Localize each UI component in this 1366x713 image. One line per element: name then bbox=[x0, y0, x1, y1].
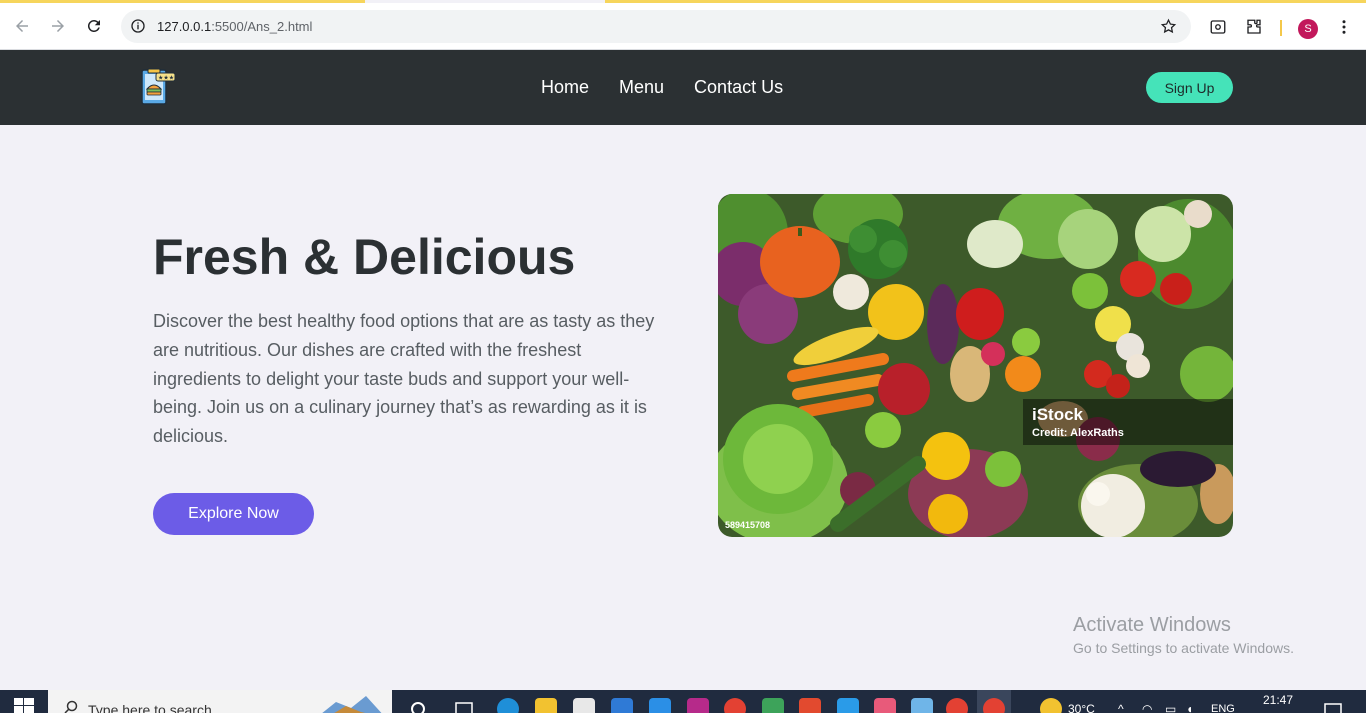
notes-icon[interactable] bbox=[911, 698, 933, 713]
hero-title: Fresh & Delicious bbox=[153, 229, 576, 285]
document-icon[interactable] bbox=[837, 698, 859, 713]
search-highlight-icon bbox=[322, 696, 382, 713]
site-info-icon[interactable] bbox=[130, 18, 146, 34]
svg-text:★★★: ★★★ bbox=[158, 75, 174, 82]
weather-temperature: 30°C bbox=[1068, 702, 1095, 713]
url-host: 127.0.0.1 bbox=[157, 19, 212, 34]
battery-icon[interactable]: ▭ bbox=[1165, 702, 1176, 713]
file-explorer-icon[interactable] bbox=[535, 698, 557, 713]
istock-image-id: 589415708 bbox=[725, 520, 771, 530]
bookmark-star-icon[interactable] bbox=[1160, 18, 1177, 35]
url-text[interactable]: 127.0.0.1:5500/Ans_2.html bbox=[157, 19, 312, 34]
browser-toolbar: 127.0.0.1:5500/Ans_2.html S bbox=[0, 3, 1366, 50]
figma-icon[interactable] bbox=[874, 698, 896, 713]
hero-description: Discover the best healthy food options t… bbox=[153, 311, 655, 447]
profile-avatar[interactable]: S bbox=[1298, 19, 1318, 39]
url-path: :5500/Ans_2.html bbox=[211, 19, 313, 34]
edge-browser-icon[interactable] bbox=[497, 698, 519, 713]
windows-taskbar: Type here to search 30°C ^ ◠ ▭ ◖ ENG 21:… bbox=[0, 690, 1366, 713]
office-icon[interactable] bbox=[799, 698, 821, 713]
extensions-icon[interactable] bbox=[1244, 17, 1264, 37]
windows-start-icon[interactable] bbox=[14, 698, 34, 713]
nav-menu[interactable]: Menu bbox=[619, 77, 664, 98]
site-header: ★★★ Home Menu Contact Us Sign Up bbox=[0, 50, 1366, 125]
forward-arrow-icon[interactable] bbox=[46, 14, 70, 38]
back-arrow-icon[interactable] bbox=[10, 14, 34, 38]
activate-windows-title: Activate Windows bbox=[1073, 614, 1231, 636]
menu-dots-icon[interactable] bbox=[1334, 17, 1354, 37]
food-rating-logo[interactable]: ★★★ bbox=[139, 67, 177, 107]
screenshot-icon[interactable] bbox=[1208, 17, 1228, 37]
intellij-icon[interactable] bbox=[687, 698, 709, 713]
app-icon[interactable] bbox=[762, 698, 784, 713]
taskbar-search-placeholder: Type here to search bbox=[88, 702, 212, 713]
chrome-active-icon[interactable] bbox=[983, 698, 1005, 713]
nav-contact-us[interactable]: Contact Us bbox=[694, 77, 783, 98]
activate-windows-subtitle: Go to Settings to activate Windows. bbox=[1073, 640, 1294, 656]
explore-now-button[interactable]: Explore Now bbox=[153, 493, 314, 535]
chrome-secondary-icon[interactable] bbox=[946, 698, 968, 713]
sign-up-button[interactable]: Sign Up bbox=[1146, 72, 1233, 103]
weather-icon[interactable] bbox=[1040, 698, 1062, 713]
volume-icon[interactable]: ◖ bbox=[1186, 702, 1193, 713]
vscode-icon[interactable] bbox=[649, 698, 671, 713]
vegetables-image: iStock Credit: AlexRaths 589415708 bbox=[718, 194, 1233, 537]
toolbar-divider bbox=[1280, 20, 1282, 36]
search-icon bbox=[64, 700, 78, 713]
clock-time[interactable]: 21:47 bbox=[1263, 693, 1293, 707]
notification-icon[interactable] bbox=[1322, 698, 1344, 713]
nav-home[interactable]: Home bbox=[541, 77, 589, 98]
istock-credit: Credit: AlexRaths bbox=[1032, 427, 1124, 439]
wifi-icon[interactable]: ◠ bbox=[1142, 702, 1152, 713]
task-view-icon[interactable] bbox=[453, 698, 475, 713]
chevron-up-icon[interactable]: ^ bbox=[1118, 702, 1124, 713]
mail-icon[interactable] bbox=[611, 698, 633, 713]
taskbar-search-box[interactable]: Type here to search bbox=[48, 690, 392, 713]
cortana-icon[interactable] bbox=[407, 698, 429, 713]
main-nav: Home Menu Contact Us bbox=[541, 77, 783, 98]
reload-icon[interactable] bbox=[82, 14, 106, 38]
address-bar[interactable]: 127.0.0.1:5500/Ans_2.html bbox=[121, 10, 1191, 43]
istock-brand: iStock bbox=[1032, 405, 1084, 424]
language-indicator[interactable]: ENG bbox=[1211, 703, 1235, 713]
vegetables-photo bbox=[718, 194, 1233, 537]
chrome-icon[interactable] bbox=[724, 698, 746, 713]
store-icon[interactable] bbox=[573, 698, 595, 713]
